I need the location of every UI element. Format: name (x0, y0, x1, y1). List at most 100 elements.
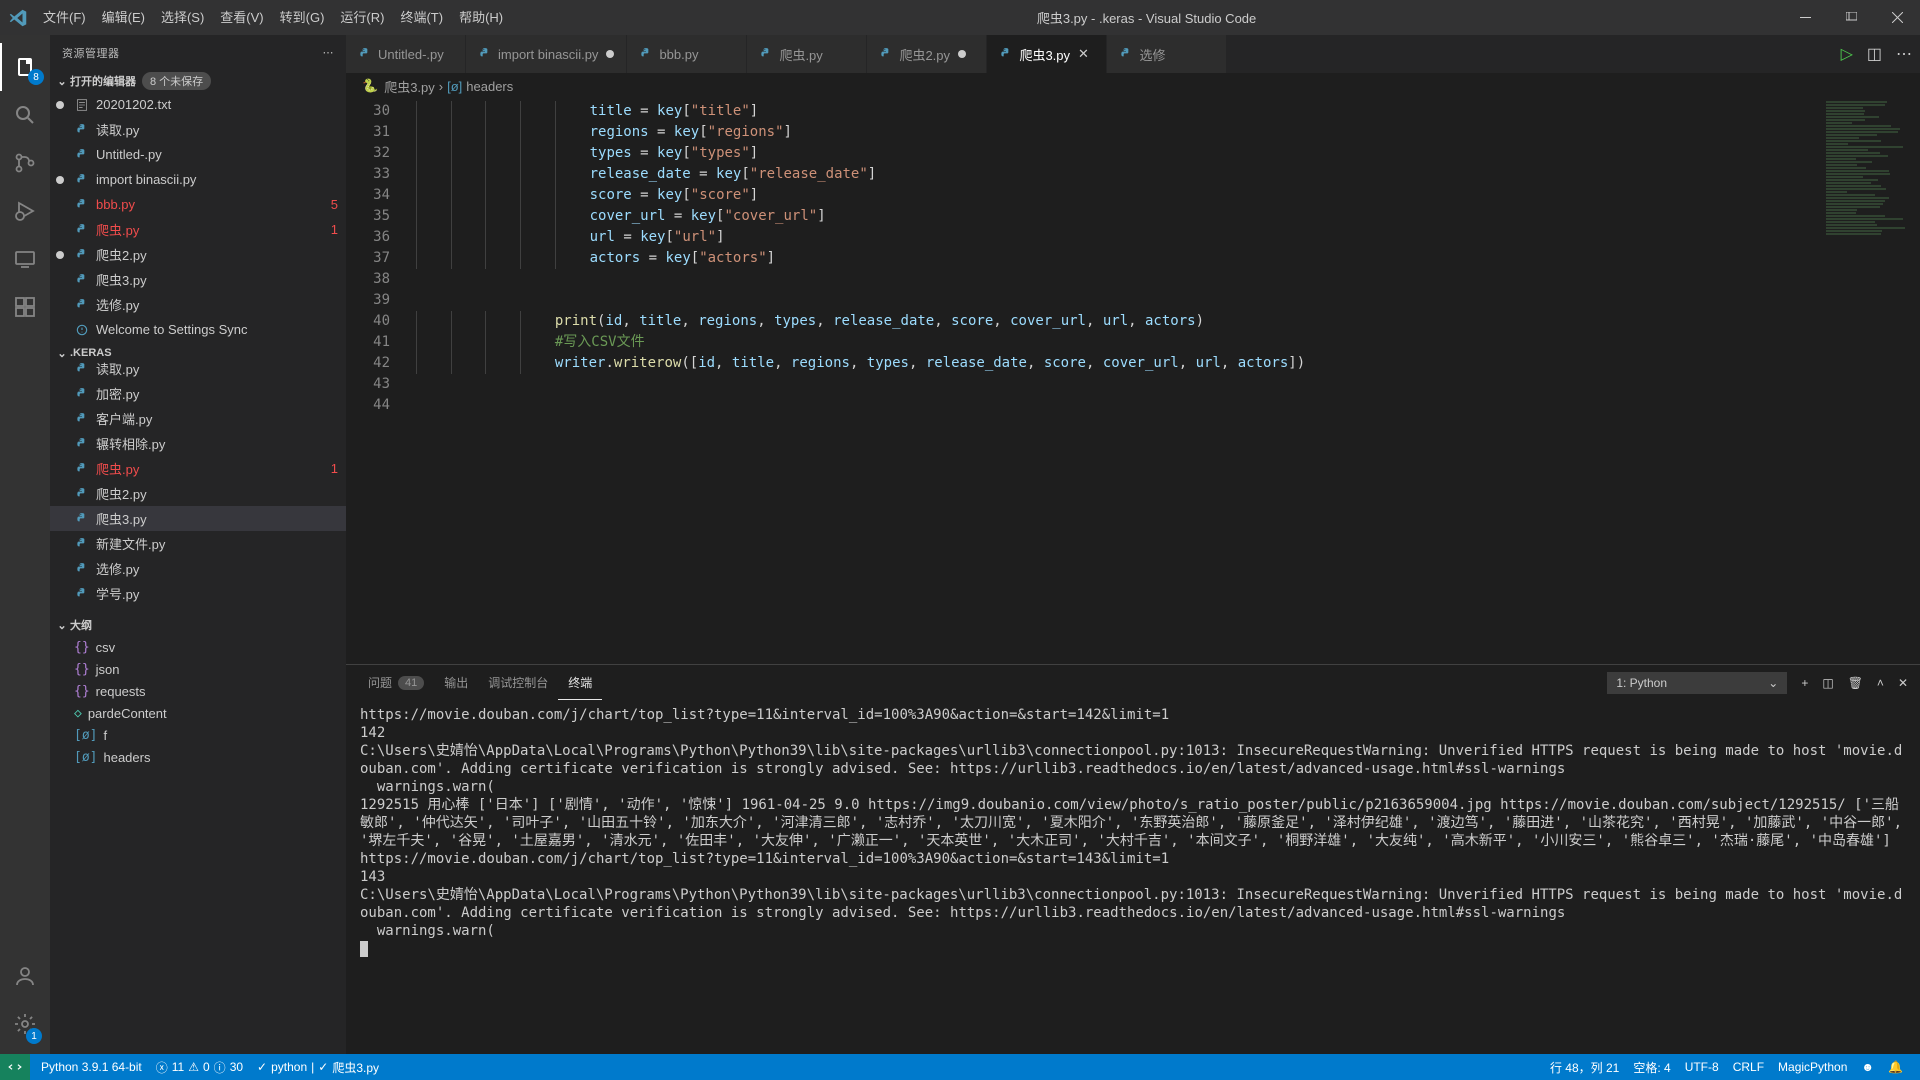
breadcrumb[interactable]: 🐍 爬虫3.py › [ø] headers (346, 73, 1920, 99)
file-label: 爬虫.py (96, 220, 331, 239)
code[interactable]: title = key["title"] regions = key["regi… (416, 99, 1820, 664)
status-problems[interactable]: ⓧ11 ⚠0 ⓘ30 (149, 1059, 250, 1076)
editor-tab[interactable]: bbb.py (627, 35, 747, 73)
file-icon (74, 436, 90, 452)
activity-scm[interactable] (0, 139, 50, 187)
chevron-down-icon: ⌄ (1768, 676, 1778, 690)
activity-search[interactable] (0, 91, 50, 139)
activity-extensions[interactable] (0, 283, 50, 331)
chevron-up-icon[interactable]: ˄ (1877, 676, 1884, 690)
menu-item-3[interactable]: 查看(V) (212, 0, 271, 35)
folder-item[interactable]: 学号.py (50, 581, 346, 606)
panel-tab-problems[interactable]: 问题 41 (358, 665, 434, 700)
open-editor-item[interactable]: Untitled-.py (50, 142, 346, 167)
terminal-select[interactable]: 1: Python ⌄ (1607, 672, 1787, 694)
open-editor-item[interactable]: 选修.py (50, 292, 346, 317)
menu-item-6[interactable]: 终端(T) (392, 0, 451, 35)
feedback-icon[interactable]: ☻ (1854, 1059, 1881, 1076)
activity-remote[interactable] (0, 235, 50, 283)
folder-item[interactable]: 读取.py (50, 356, 346, 381)
activity-account[interactable] (0, 952, 50, 1000)
outline-item[interactable]: {}csv (50, 636, 346, 658)
outline-item[interactable]: {}json (50, 658, 346, 680)
trash-icon[interactable]: 🗑 (1848, 676, 1863, 690)
editor-tab[interactable]: import binascii.py (466, 35, 627, 73)
open-editor-item[interactable]: 读取.py (50, 117, 346, 142)
activity-debug[interactable] (0, 187, 50, 235)
status-eol[interactable]: CRLF (1726, 1059, 1771, 1076)
close-panel-icon[interactable]: ✕ (1898, 676, 1908, 690)
folder-item[interactable]: 爬虫2.py (50, 481, 346, 506)
split-terminal-icon[interactable]: ◫ (1822, 676, 1833, 690)
panel-tab-output[interactable]: 输出 (434, 665, 478, 700)
menu-item-1[interactable]: 编辑(E) (94, 0, 153, 35)
open-editor-item[interactable]: 爬虫2.py (50, 242, 346, 267)
outline-label: headers (103, 750, 150, 765)
outline-item[interactable]: {}requests (50, 680, 346, 702)
close-button[interactable] (1874, 0, 1920, 35)
editor-tab[interactable]: 选修 (1107, 35, 1227, 73)
editor-area: Untitled-.pyimport binascii.py bbb.py 爬虫.p… (346, 35, 1920, 1054)
panel-tab-terminal[interactable]: 终端 (558, 665, 602, 700)
outline-item[interactable]: [ø]f (50, 724, 346, 746)
status-cursor[interactable]: 行 48，列 21 (1543, 1059, 1626, 1076)
editor-body[interactable]: 303132333435363738394041424344 title = k… (346, 99, 1920, 664)
close-icon[interactable]: ✕ (1078, 46, 1089, 62)
open-editor-item[interactable]: bbb.py5 (50, 192, 346, 217)
more-icon[interactable]: ⋯ (1896, 44, 1912, 64)
folder-item[interactable]: 新建文件.py (50, 531, 346, 556)
panel-tab-debug[interactable]: 调试控制台 (478, 665, 558, 700)
remote-indicator[interactable] (0, 1054, 30, 1080)
status-language[interactable]: MagicPython (1771, 1059, 1854, 1076)
outline-item[interactable]: ◇pardeContent (50, 702, 346, 724)
folder-item[interactable]: 选修.py (50, 556, 346, 581)
folder-item[interactable]: 辗转相除.py (50, 431, 346, 456)
minimap[interactable] (1820, 99, 1920, 664)
folder-item[interactable]: 爬虫.py1 (50, 456, 346, 481)
error-count: 1 (331, 461, 338, 476)
python-icon (879, 47, 893, 61)
editor-tab[interactable]: 爬虫.py (747, 35, 867, 73)
open-editor-item[interactable]: import binascii.py (50, 167, 346, 192)
menu-item-4[interactable]: 转到(G) (272, 0, 333, 35)
file-icon (74, 172, 90, 188)
status-check[interactable]: ✓ python | ✓ 爬虫3.py (250, 1059, 386, 1076)
status-encoding[interactable]: UTF-8 (1678, 1059, 1726, 1076)
editor-tab[interactable]: Untitled-.py (346, 35, 466, 73)
split-editor-icon[interactable]: ◫ (1867, 44, 1882, 64)
tab-label: bbb.py (659, 47, 698, 62)
folder-item[interactable]: 爬虫3.py (50, 506, 346, 531)
open-editor-item[interactable]: 爬虫3.py (50, 267, 346, 292)
open-editor-item[interactable]: 爬虫.py1 (50, 217, 346, 242)
file-icon (74, 222, 90, 238)
file-icon (74, 361, 90, 377)
open-editor-item[interactable]: Welcome to Settings Sync (50, 317, 346, 342)
minimize-button[interactable] (1782, 0, 1828, 35)
status-python[interactable]: Python 3.9.1 64-bit (34, 1060, 149, 1074)
open-editor-item[interactable]: 20201202.txt (50, 92, 346, 117)
folder-item[interactable]: 加密.py (50, 381, 346, 406)
more-icon[interactable]: ⋯ (323, 46, 335, 59)
menu-item-0[interactable]: 文件(F) (35, 0, 94, 35)
menu-item-2[interactable]: 选择(S) (153, 0, 212, 35)
terminal-output[interactable]: https://movie.douban.com/j/chart/top_lis… (346, 700, 1920, 1054)
activity-settings[interactable]: 1 (0, 1000, 50, 1048)
menu-item-5[interactable]: 运行(R) (332, 0, 392, 35)
error-icon: ⓧ (156, 1059, 168, 1076)
dirty-dot (56, 251, 64, 259)
menu-item-7[interactable]: 帮助(H) (451, 0, 511, 35)
outline-header[interactable]: ⌄ 大纲 (50, 614, 346, 636)
outline-item[interactable]: [ø]headers (50, 746, 346, 768)
editor-tab[interactable]: 爬虫2.py (867, 35, 987, 73)
open-editors-header[interactable]: ⌄ 打开的编辑器 8 个未保存 (50, 70, 346, 92)
status-spaces[interactable]: 空格: 4 (1626, 1059, 1677, 1076)
dirty-dot (606, 50, 614, 58)
run-icon[interactable]: ▷ (1841, 44, 1853, 64)
editor-tab[interactable]: 爬虫3.py✕ (987, 35, 1107, 73)
maximize-button[interactable] (1828, 0, 1874, 35)
new-terminal-icon[interactable]: + (1801, 676, 1808, 690)
activity-explorer[interactable]: 8 (0, 43, 50, 91)
bell-icon[interactable]: 🔔 (1881, 1059, 1910, 1076)
python-icon (639, 47, 653, 61)
folder-item[interactable]: 客户端.py (50, 406, 346, 431)
